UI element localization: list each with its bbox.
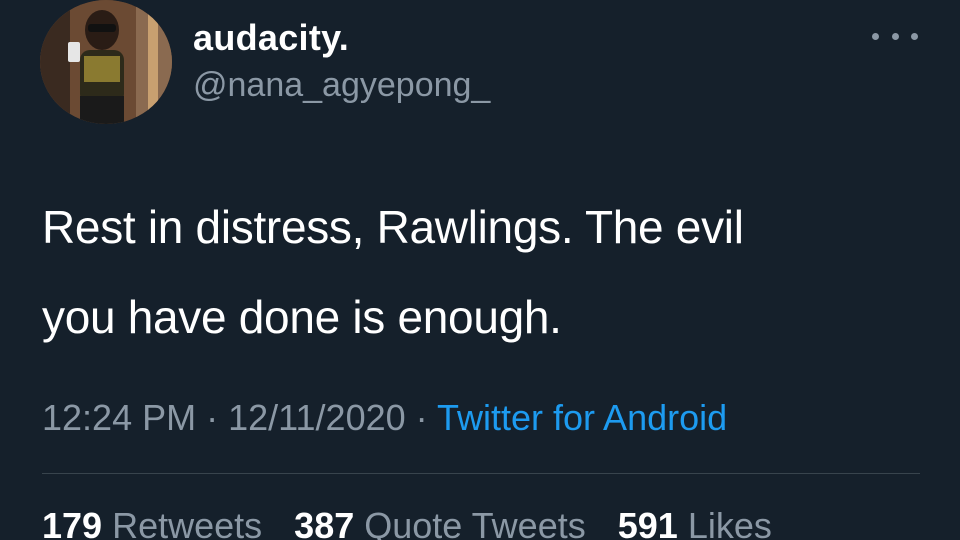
- more-options-button[interactable]: [872, 22, 918, 50]
- more-horizontal-icon: [872, 32, 879, 40]
- tweet-stats: 179 Retweets 387 Quote Tweets 591 Likes: [42, 502, 794, 540]
- tweet-date[interactable]: 12/11/2020: [228, 397, 406, 438]
- more-horizontal-icon-dot: [911, 32, 918, 40]
- quote-tweets-stat[interactable]: 387 Quote Tweets: [294, 505, 586, 540]
- avatar-photo: [40, 0, 172, 124]
- avatar[interactable]: [40, 0, 172, 124]
- likes-stat[interactable]: 591 Likes: [618, 505, 772, 540]
- retweets-stat[interactable]: 179 Retweets: [42, 505, 262, 540]
- tweet-text-line: you have done is enough.: [42, 291, 562, 343]
- user-handle[interactable]: @nana_agyepong_: [193, 64, 490, 106]
- likes-count: 591: [617, 505, 678, 540]
- tweet-source-link[interactable]: Twitter for Android: [437, 397, 727, 438]
- display-name[interactable]: audacity.: [193, 16, 349, 60]
- more-horizontal-icon-dot: [891, 32, 899, 40]
- retweets-count: 179: [42, 505, 103, 540]
- tweet-text: Rest in distress, Rawlings. The evil you…: [42, 182, 922, 362]
- tweet: audacity. @nana_agyepong_ Rest in distre…: [0, 0, 960, 540]
- quote-tweets-label: Quote Tweets: [364, 505, 586, 540]
- divider: [42, 473, 920, 474]
- tweet-meta: 12:24 PM · 12/11/2020 · Twitter for Andr…: [42, 394, 727, 442]
- tweet-time[interactable]: 12:24 PM: [42, 397, 196, 438]
- meta-separator: ·: [415, 397, 428, 438]
- likes-label: Likes: [687, 505, 772, 540]
- meta-separator: ·: [206, 397, 219, 438]
- retweets-label: Retweets: [112, 505, 263, 540]
- quote-tweets-count: 387: [294, 505, 355, 540]
- tweet-text-line: Rest in distress, Rawlings. The evil: [42, 201, 744, 253]
